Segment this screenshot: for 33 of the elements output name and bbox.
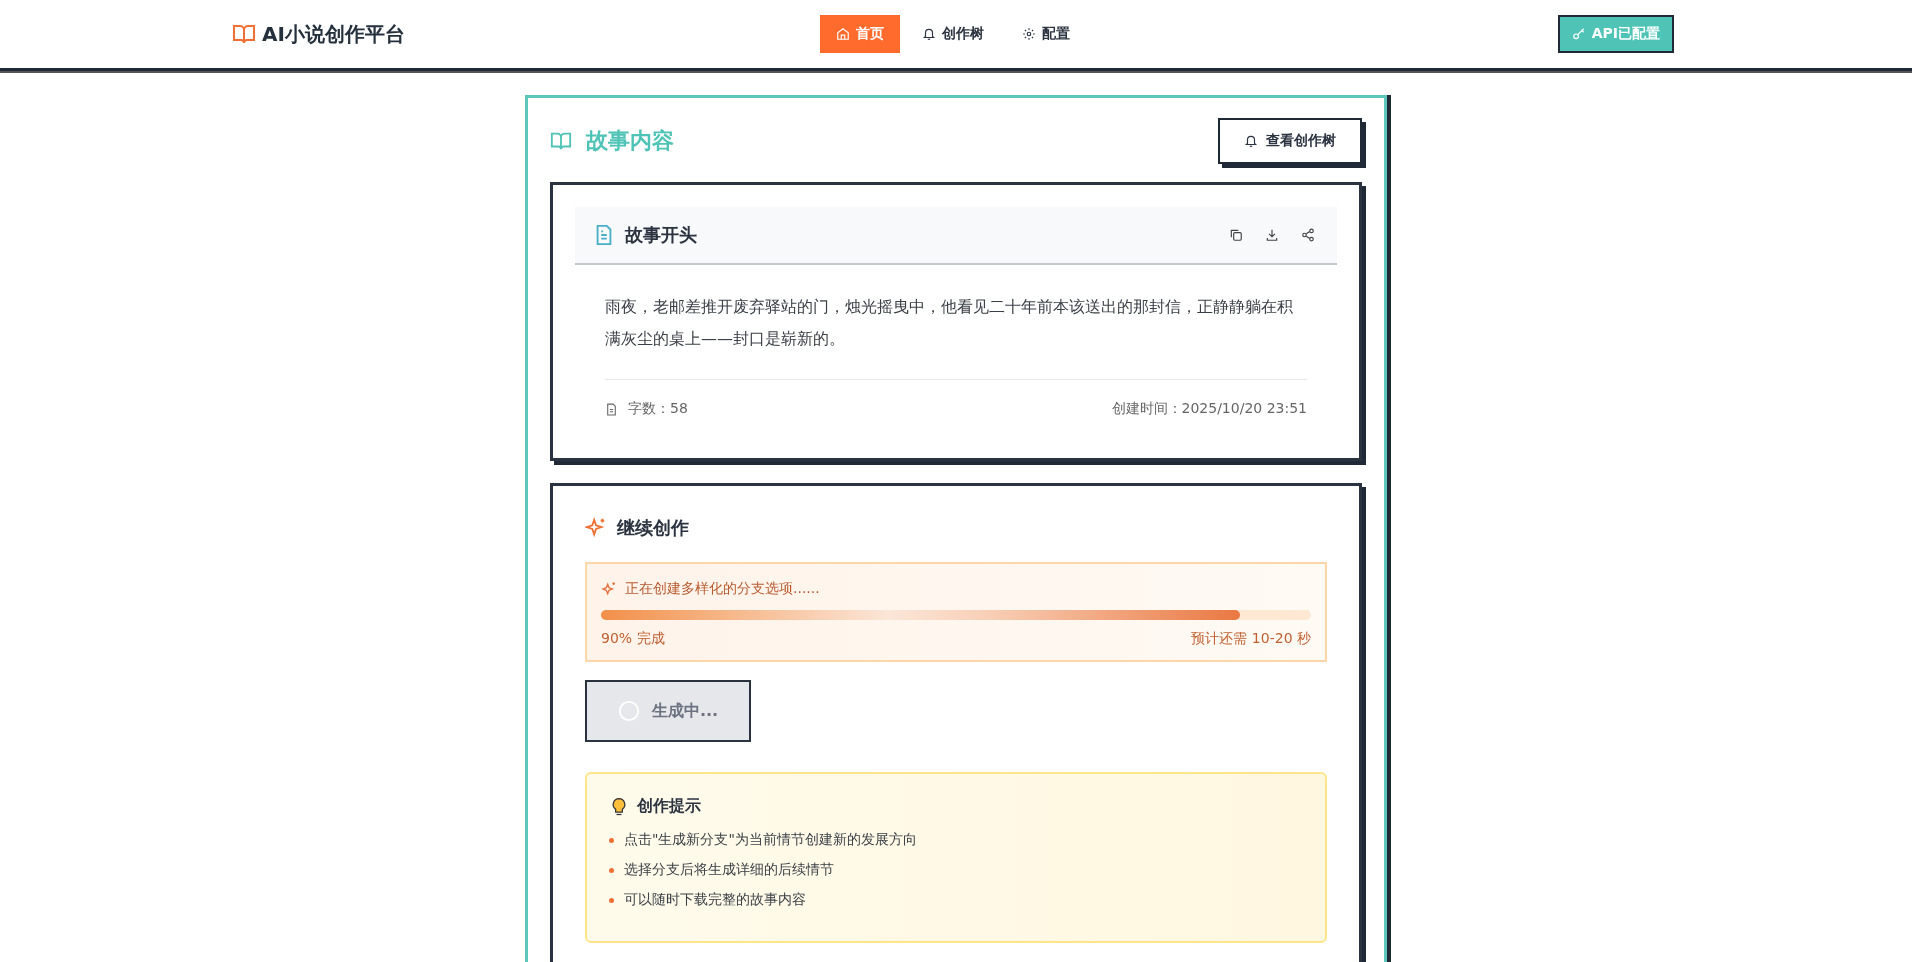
panel-title: 故事内容 xyxy=(586,127,674,155)
bell-icon xyxy=(922,27,936,41)
sparkle-icon xyxy=(601,581,617,597)
copy-icon xyxy=(1229,228,1243,242)
section-title: 故事开头 xyxy=(625,223,697,247)
tip-text: 可以随时下载完整的故事内容 xyxy=(624,891,806,909)
home-icon xyxy=(836,27,850,41)
story-paragraph: 雨夜，老邮差推开废弃驿站的门，烛光摇曳中，他看见二十年前本该送出的那封信，正静静躺在积满灰尘的桌上——封口是崭新的。 xyxy=(605,291,1307,380)
tip-text: 点击"生成新分支"为当前情节创建新的发展方向 xyxy=(624,831,917,849)
tip-text: 选择分支后将生成详细的后续情节 xyxy=(624,861,834,879)
book-icon xyxy=(550,130,572,152)
document-icon xyxy=(605,402,618,416)
sparkle-icon xyxy=(585,517,607,539)
key-icon xyxy=(1571,27,1586,41)
bullet-icon xyxy=(609,867,614,873)
download-icon xyxy=(1265,228,1279,242)
settings-icon xyxy=(1022,27,1036,41)
section-title: 继续创作 xyxy=(617,516,689,540)
book-icon xyxy=(232,22,256,46)
progress-message: 正在创建多样化的分支选项...... xyxy=(625,580,820,598)
spinner-icon xyxy=(617,700,640,722)
time-estimate: 预计还需 10-20 秒 xyxy=(1191,630,1311,648)
created-time: 创建时间：2025/10/20 23:51 xyxy=(1111,400,1307,418)
bullet-icon xyxy=(609,837,614,843)
nav-tab[interactable]: 配置 xyxy=(1006,15,1086,53)
nav-tab[interactable]: 创作树 xyxy=(906,15,1000,53)
word-count: 字数：58 xyxy=(628,400,688,418)
share-icon xyxy=(1301,228,1315,242)
bullet-icon xyxy=(609,897,614,903)
progress-percent: 90% 完成 xyxy=(601,630,665,648)
tips-title: 创作提示 xyxy=(637,796,701,817)
app-logo-title: AI小说创作平台 xyxy=(262,20,405,48)
bell-icon xyxy=(1244,134,1258,148)
